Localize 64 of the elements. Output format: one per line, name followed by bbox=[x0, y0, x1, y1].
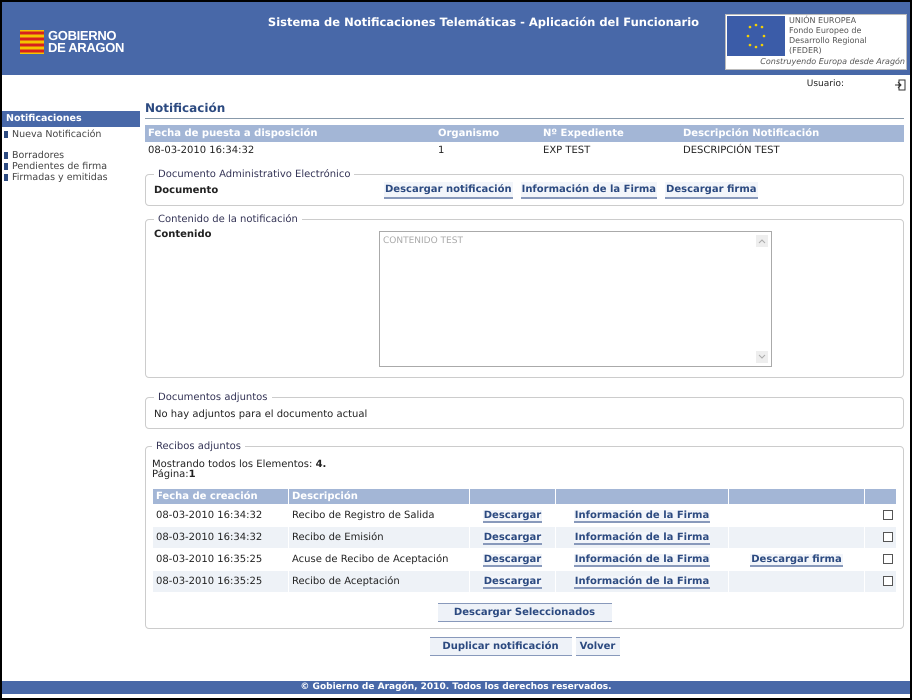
panel-legend: Documento Administrativo Electrónico bbox=[154, 167, 354, 182]
bullet-icon bbox=[4, 131, 8, 138]
sidebar-link[interactable]: Borradores bbox=[12, 150, 64, 162]
bullet-icon bbox=[4, 152, 8, 160]
table-link[interactable]: Información de la Firma bbox=[574, 510, 710, 523]
table-cell: Recibo de Emisión bbox=[289, 527, 469, 548]
eu-stars-icon bbox=[727, 16, 785, 56]
bullet-icon bbox=[4, 163, 8, 170]
document-link[interactable]: Información de la Firma bbox=[520, 182, 658, 199]
eu-text-line: UNIÓN EUROPEA bbox=[789, 16, 858, 26]
table-link[interactable]: Información de la Firma bbox=[574, 554, 710, 567]
table-link[interactable]: Descargar bbox=[482, 576, 542, 589]
table-cell: Recibo de Aceptación bbox=[289, 571, 469, 592]
table-cell: DESCRIPCIÓN TEST bbox=[680, 142, 904, 159]
panel-legend: Contenido de la notificación bbox=[154, 212, 302, 227]
footer-text: © Gobierno de Aragón, 2010. Todos los derechos reservados. bbox=[2, 680, 910, 694]
column-header: Nº Expediente bbox=[540, 125, 680, 142]
table-cell: 08-03-2010 16:34:32 bbox=[153, 527, 288, 548]
logo-text: GOBIERNO DE ARAGON bbox=[48, 30, 124, 54]
document-link[interactable]: Descargar firma bbox=[665, 182, 758, 199]
table-link[interactable]: Descargar bbox=[482, 554, 542, 567]
table-cell: EXP TEST bbox=[540, 142, 680, 159]
sidebar-link[interactable]: Pendientes de firma bbox=[12, 161, 108, 172]
bullet-icon bbox=[4, 174, 8, 182]
column-header: Descripción bbox=[289, 489, 469, 504]
table-link[interactable]: Información de la Firma bbox=[574, 576, 710, 589]
field-label: Contenido bbox=[154, 228, 212, 242]
table-cell: 1 bbox=[435, 142, 540, 159]
field-label: Documento bbox=[154, 184, 220, 198]
eu-text-line: (FEDER) bbox=[789, 46, 823, 56]
download-selected-button[interactable]: Descargar Seleccionados bbox=[438, 603, 612, 622]
sidebar-link[interactable]: Firmadas y emitidas bbox=[12, 172, 108, 184]
section-title: Notificación bbox=[145, 99, 904, 119]
sidebar-link[interactable]: Nueva Notificación bbox=[12, 129, 102, 140]
flag-logo-icon bbox=[20, 30, 44, 54]
panel-legend: Documentos adjuntos bbox=[154, 390, 272, 405]
checkbox[interactable] bbox=[883, 576, 893, 586]
column-header: Fecha de creación bbox=[153, 489, 288, 504]
table-cell: 08-03-2010 16:34:32 bbox=[145, 142, 435, 159]
eu-text-line: Desarrollo Regional bbox=[789, 36, 867, 46]
table-link[interactable]: Información de la Firma bbox=[574, 532, 710, 545]
page-text: Página:1 bbox=[152, 470, 197, 480]
table-cell: 08-03-2010 16:35:25 bbox=[153, 571, 288, 592]
action-button[interactable]: Volver bbox=[576, 637, 620, 656]
table-link[interactable]: Descargar bbox=[482, 532, 542, 545]
sidebar-heading: Notificaciones bbox=[2, 111, 140, 128]
column-header: Organismo bbox=[435, 125, 540, 142]
checkbox[interactable] bbox=[883, 554, 893, 564]
panel-legend: Recibos adjuntos bbox=[152, 439, 245, 454]
exit-icon[interactable] bbox=[894, 79, 906, 91]
action-button[interactable]: Duplicar notificación bbox=[430, 637, 572, 656]
column-header: Fecha de puesta a disposición bbox=[145, 125, 435, 142]
checkbox[interactable] bbox=[883, 510, 893, 520]
column-header: Descripción Notificación bbox=[680, 125, 904, 142]
summary-text: Mostrando todos los Elementos: 4. bbox=[152, 460, 328, 470]
checkbox[interactable] bbox=[883, 532, 893, 542]
table-link[interactable]: Descargar bbox=[482, 510, 542, 523]
eu-slogan: Construyendo Europa desde Aragón bbox=[759, 56, 905, 68]
document-link[interactable]: Descargar notificación bbox=[384, 182, 513, 199]
eu-text-line: Fondo Europeo de bbox=[789, 26, 862, 36]
empty-message: No hay adjuntos para el documento actual bbox=[154, 408, 368, 422]
table-link[interactable]: Descargar firma bbox=[750, 554, 843, 567]
user-label: Usuario: bbox=[806, 78, 844, 92]
app-title: Sistema de Notificaciones Telemáticas - Aplicación del Funcionario bbox=[266, 14, 700, 31]
